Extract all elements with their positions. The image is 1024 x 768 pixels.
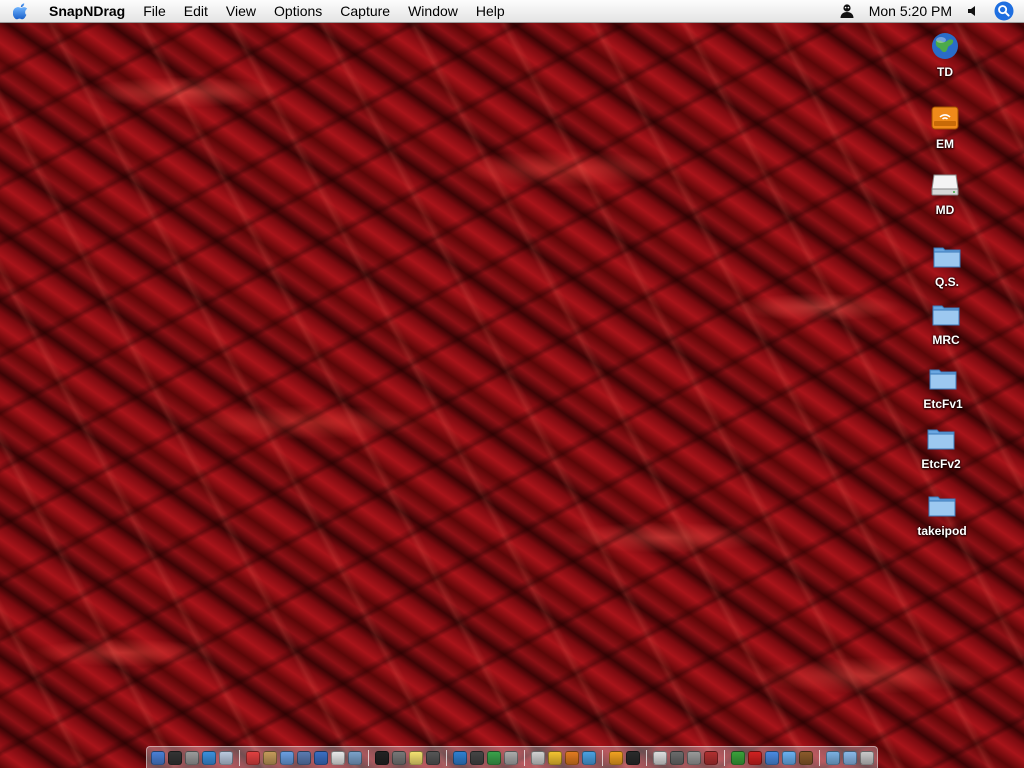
dock-separator xyxy=(724,749,725,766)
folder-icon xyxy=(925,422,957,454)
dock-separator xyxy=(368,749,369,766)
folder-icon xyxy=(927,362,959,394)
snapndrag-icon[interactable] xyxy=(565,750,579,765)
dock-separator xyxy=(646,749,647,766)
menu-help[interactable]: Help xyxy=(467,0,514,22)
desktop-icon-mrc[interactable]: MRC xyxy=(911,298,981,347)
image-capture-icon[interactable] xyxy=(670,750,684,765)
menu-extras: Mon 5:20 PM xyxy=(839,0,1024,22)
downloads-folder-icon[interactable] xyxy=(843,750,857,765)
desktop[interactable]: SnapNDrag File Edit View Options Capture… xyxy=(0,0,1024,768)
console-icon[interactable] xyxy=(470,750,484,765)
desktop-icon-label: MRC xyxy=(932,333,960,347)
menu-edit[interactable]: Edit xyxy=(175,0,217,22)
system-preferences-icon[interactable] xyxy=(185,750,199,765)
dashboard-icon[interactable] xyxy=(168,750,182,765)
stickies-yellow-icon[interactable] xyxy=(548,750,562,765)
terminal-icon[interactable] xyxy=(375,750,389,765)
folder-icon xyxy=(926,489,958,521)
desktop-icon-label: Q.S. xyxy=(934,275,959,289)
desktop-icon-label: EtcFv1 xyxy=(923,397,963,411)
ical-small-icon[interactable] xyxy=(531,750,545,765)
orange-firewire-drive-icon xyxy=(929,102,961,134)
frog-icon[interactable] xyxy=(731,750,745,765)
iphoto-icon[interactable] xyxy=(297,750,311,765)
desktop-icon-qs[interactable]: Q.S. xyxy=(912,240,982,289)
speaker-volume-icon[interactable] xyxy=(966,4,980,18)
photo-booth-icon[interactable] xyxy=(704,750,718,765)
movie-clapper-icon[interactable] xyxy=(626,750,640,765)
desktop-icon-label: takeipod xyxy=(917,524,967,538)
desktop-icon-td[interactable]: TD xyxy=(910,30,980,79)
globe-drive-icon xyxy=(929,30,961,62)
preview-icon[interactable] xyxy=(348,750,362,765)
mail-icon[interactable] xyxy=(219,750,233,765)
stickies-icon[interactable] xyxy=(409,750,423,765)
ical-icon[interactable] xyxy=(246,750,260,765)
desktop-icon-em[interactable]: EM xyxy=(910,102,980,151)
trash-icon[interactable] xyxy=(860,750,874,765)
folder-icon xyxy=(931,240,963,272)
folder-icon xyxy=(930,298,962,330)
spotlight-search-icon[interactable] xyxy=(994,1,1014,21)
desktop-icon-label: MD xyxy=(935,203,955,217)
chess-icon[interactable] xyxy=(426,750,440,765)
desktop-icon-takeipod[interactable]: takeipod xyxy=(907,489,977,538)
desktop-icon-label: TD xyxy=(937,65,953,79)
address-book-icon[interactable] xyxy=(263,750,277,765)
documents-folder-icon[interactable] xyxy=(826,750,840,765)
desktop-icon-etcfv2[interactable]: EtcFv2 xyxy=(906,422,976,471)
white-hard-drive-icon xyxy=(929,168,961,200)
apple-logo-icon[interactable] xyxy=(10,0,32,22)
activity-monitor-icon[interactable] xyxy=(487,750,501,765)
safari-icon[interactable] xyxy=(202,750,216,765)
chili-pepper-wallpaper xyxy=(0,0,1024,768)
menu-capture[interactable]: Capture xyxy=(331,0,399,22)
sherlock-icon[interactable] xyxy=(799,750,813,765)
red-face-icon[interactable] xyxy=(748,750,762,765)
dock xyxy=(146,746,878,768)
timer-icon[interactable] xyxy=(582,750,596,765)
quicktime-icon[interactable] xyxy=(314,750,328,765)
dock-separator xyxy=(239,749,240,766)
desktop-icon-label: EtcFv2 xyxy=(921,457,961,471)
user-silhouette-icon[interactable] xyxy=(839,3,855,19)
disk-utility-icon[interactable] xyxy=(504,750,518,765)
scanner-icon[interactable] xyxy=(687,750,701,765)
menu-file[interactable]: File xyxy=(134,0,175,22)
dock-separator xyxy=(819,749,820,766)
menu-app-name[interactable]: SnapNDrag xyxy=(40,0,134,22)
finder-face-icon[interactable] xyxy=(609,750,623,765)
menu-window[interactable]: Window xyxy=(399,0,467,22)
printer-icon[interactable] xyxy=(653,750,667,765)
menu-view[interactable]: View xyxy=(217,0,265,22)
chat-bubble-icon[interactable] xyxy=(782,750,796,765)
dock-separator xyxy=(446,749,447,766)
calculator-icon[interactable] xyxy=(392,750,406,765)
dock-separator xyxy=(524,749,525,766)
network-globe-icon[interactable] xyxy=(453,750,467,765)
ichat-icon[interactable] xyxy=(765,750,779,765)
dock-separator xyxy=(602,749,603,766)
textedit-icon[interactable] xyxy=(331,750,345,765)
menu-clock[interactable]: Mon 5:20 PM xyxy=(869,3,952,19)
desktop-icon-md[interactable]: MD xyxy=(910,168,980,217)
menu-options[interactable]: Options xyxy=(265,0,331,22)
desktop-icon-label: EM xyxy=(936,137,954,151)
desktop-icon-etcfv1[interactable]: EtcFv1 xyxy=(908,362,978,411)
itunes-icon[interactable] xyxy=(280,750,294,765)
finder-icon[interactable] xyxy=(151,750,165,765)
menu-bar: SnapNDrag File Edit View Options Capture… xyxy=(0,0,1024,23)
